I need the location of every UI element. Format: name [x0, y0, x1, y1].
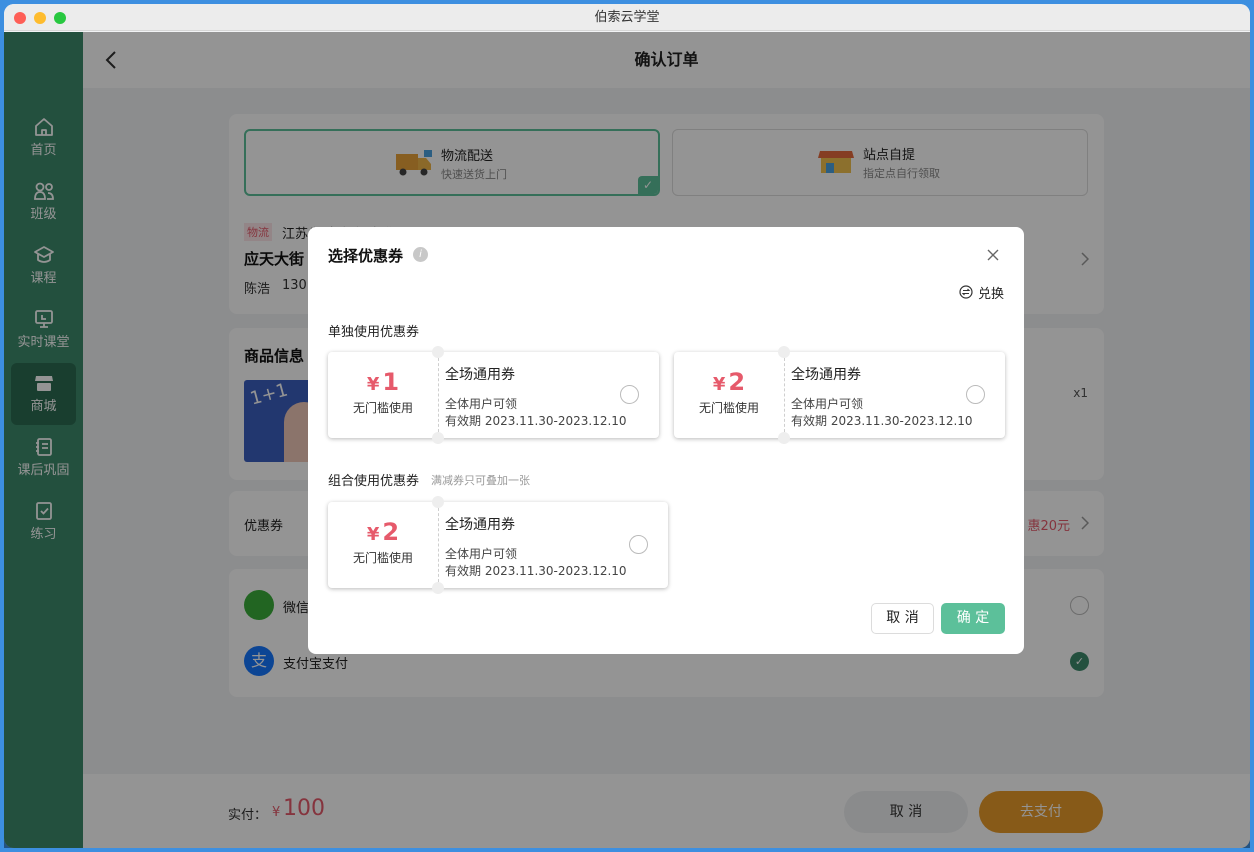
- coupon-amount: 2: [382, 518, 400, 546]
- coupon-card[interactable]: ¥1 无门槛使用 全场通用券 全体用户可领 有效期 2023.11.30-202…: [328, 346, 659, 444]
- coupon-currency: ¥: [712, 374, 726, 395]
- coupon-validity: 有效期 2023.11.30-2023.12.10: [445, 414, 627, 428]
- single-section-title: 单独使用优惠券: [328, 325, 420, 340]
- coupon-condition: 无门槛使用: [352, 401, 413, 415]
- coupon-name: 全场通用券: [445, 517, 515, 533]
- title-bar: 伯索云学堂: [4, 4, 1250, 31]
- zoom-window-button[interactable]: [54, 12, 66, 24]
- coupon-name: 全场通用券: [791, 367, 861, 383]
- combo-section-title: 组合使用优惠券: [328, 474, 420, 489]
- info-icon[interactable]: i: [413, 247, 428, 262]
- coupon-scope: 全体用户可领: [445, 397, 518, 411]
- close-window-button[interactable]: [14, 12, 26, 24]
- coupon-validity: 有效期 2023.11.30-2023.12.10: [791, 414, 973, 428]
- coupon-amount: 2: [728, 368, 746, 396]
- coupon-condition: 无门槛使用: [698, 401, 759, 415]
- coupon-currency: ¥: [366, 374, 380, 395]
- dialog-confirm-button[interactable]: 确 定: [941, 603, 1005, 634]
- close-icon[interactable]: [987, 249, 999, 261]
- minimize-window-button[interactable]: [34, 12, 46, 24]
- coupon-radio[interactable]: [966, 385, 985, 404]
- exchange-icon: [959, 285, 973, 299]
- dialog-cancel-button[interactable]: 取 消: [871, 603, 934, 634]
- dialog-title: 选择优惠券: [328, 247, 404, 265]
- coupon-name: 全场通用券: [445, 367, 515, 383]
- coupon-validity: 有效期 2023.11.30-2023.12.10: [445, 564, 627, 578]
- coupon-scope: 全体用户可领: [445, 547, 518, 561]
- coupon-amount: 1: [382, 368, 400, 396]
- coupon-radio[interactable]: [629, 535, 648, 554]
- exchange-label: 兑换: [977, 287, 1004, 302]
- coupon-scope: 全体用户可领: [791, 397, 864, 411]
- window-title: 伯索云学堂: [594, 10, 660, 25]
- combo-section-hint: 满减券只可叠加一张: [431, 474, 530, 487]
- coupon-currency: ¥: [366, 524, 380, 545]
- coupon-card[interactable]: ¥2 无门槛使用 全场通用券 全体用户可领 有效期 2023.11.30-202…: [328, 496, 668, 594]
- coupon-radio[interactable]: [620, 385, 639, 404]
- exchange-button[interactable]: 兑换: [959, 283, 1004, 302]
- coupon-card[interactable]: ¥2 无门槛使用 全场通用券 全体用户可领 有效期 2023.11.30-202…: [674, 346, 1005, 444]
- coupon-condition: 无门槛使用: [352, 551, 413, 565]
- coupon-dialog: 选择优惠券 i 兑换 单独使用优惠券 ¥1 无门槛使用 全场通用券 全体用户可领…: [308, 227, 1024, 654]
